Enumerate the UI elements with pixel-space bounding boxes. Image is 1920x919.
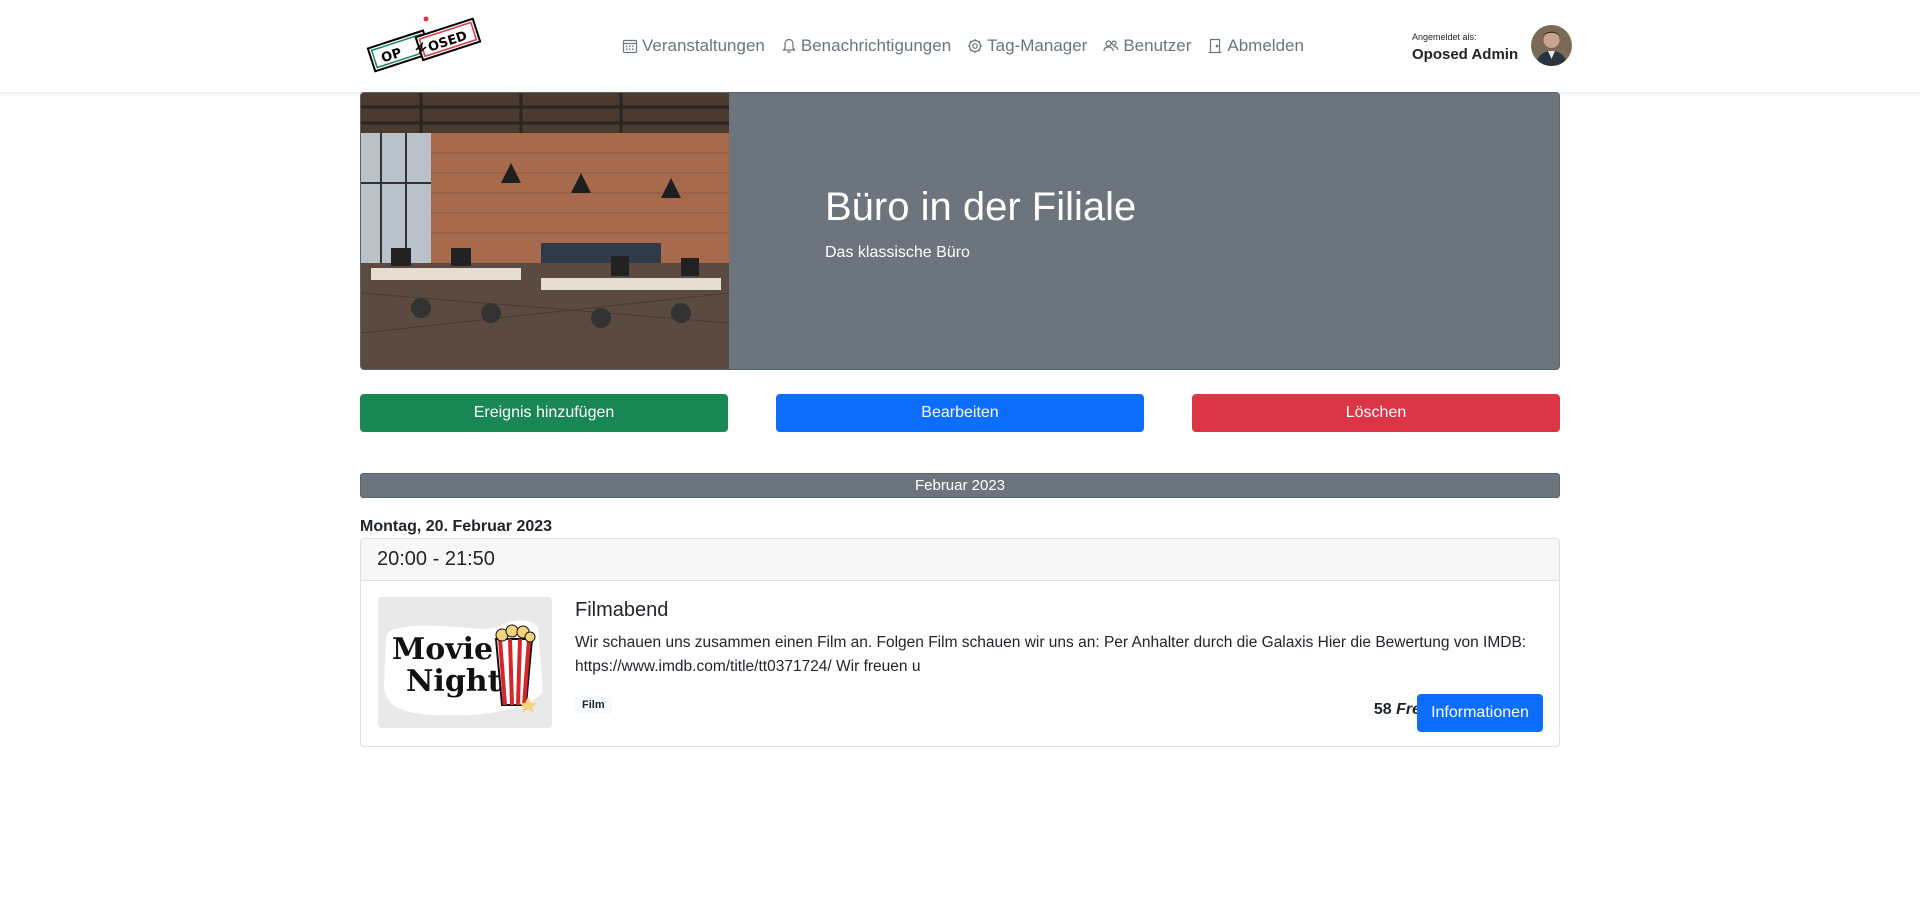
day-heading: Montag, 20. Februar 2023 — [360, 518, 553, 535]
nav-label: Tag-Manager — [987, 36, 1088, 55]
calendar-icon — [622, 39, 638, 54]
nav-tag-manager[interactable]: Tag-Manager — [967, 36, 1087, 56]
event-tag: Film — [575, 696, 612, 714]
user-info: Angemeldet als: Oposed Admin — [1412, 32, 1518, 63]
user-name: Oposed Admin — [1412, 46, 1519, 63]
nav-benutzer[interactable]: Benutzer — [1103, 36, 1191, 56]
nav-label: Benachrichtigungen — [800, 36, 952, 55]
nav-abmelden[interactable]: Abmelden — [1207, 36, 1304, 56]
bell-icon — [782, 38, 796, 53]
nav-label: Veranstaltungen — [642, 36, 765, 55]
users-icon — [1103, 40, 1119, 52]
free-seats-count: 58 — [1373, 701, 1392, 718]
event-card: 20:00 - 21:50 Movie Night Filmabend Wir … — [360, 538, 1560, 747]
svg-text:Movie: Movie — [392, 632, 493, 667]
nav-benachrichtigungen[interactable]: Benachrichtigungen — [781, 36, 951, 56]
room-hero: Büro in der Filiale Das klassische Büro — [360, 92, 1560, 370]
event-time: 20:00 - 21:50 — [361, 539, 1559, 581]
event-info-button[interactable]: Informationen — [1417, 694, 1543, 732]
event-title: Filmabend — [575, 599, 669, 621]
month-header: Februar 2023 — [360, 473, 1560, 498]
nav-label: Abmelden — [1227, 36, 1304, 55]
door-icon — [1208, 38, 1222, 54]
event-description: Wir schauen uns zusammen einen Film an. … — [575, 634, 1527, 675]
add-event-button[interactable]: Ereignis hinzufügen — [360, 394, 728, 432]
nav-veranstaltungen[interactable]: Veranstaltungen — [622, 36, 765, 56]
room-title: Büro in der Filiale — [825, 185, 1137, 229]
delete-button[interactable]: Löschen — [1192, 394, 1560, 432]
svg-text:Night: Night — [406, 664, 502, 699]
office-image — [361, 93, 729, 369]
navbar: OP OSED Veranstaltungen Benachrichtigung… — [0, 0, 1920, 92]
edit-button[interactable]: Bearbeiten — [776, 394, 1144, 432]
room-subtitle: Das klassische Büro — [825, 244, 970, 261]
gear-icon — [968, 39, 983, 53]
movie-night-image: Movie Night — [378, 597, 552, 728]
main-nav: Veranstaltungen Benachrichtigungen Tag-M… — [622, 36, 1320, 56]
avatar[interactable] — [1531, 25, 1572, 66]
logged-in-caption: Angemeldet als: — [1412, 32, 1477, 42]
oposed-logo[interactable]: OP OSED — [364, 14, 484, 76]
nav-label: Benutzer — [1123, 36, 1192, 55]
